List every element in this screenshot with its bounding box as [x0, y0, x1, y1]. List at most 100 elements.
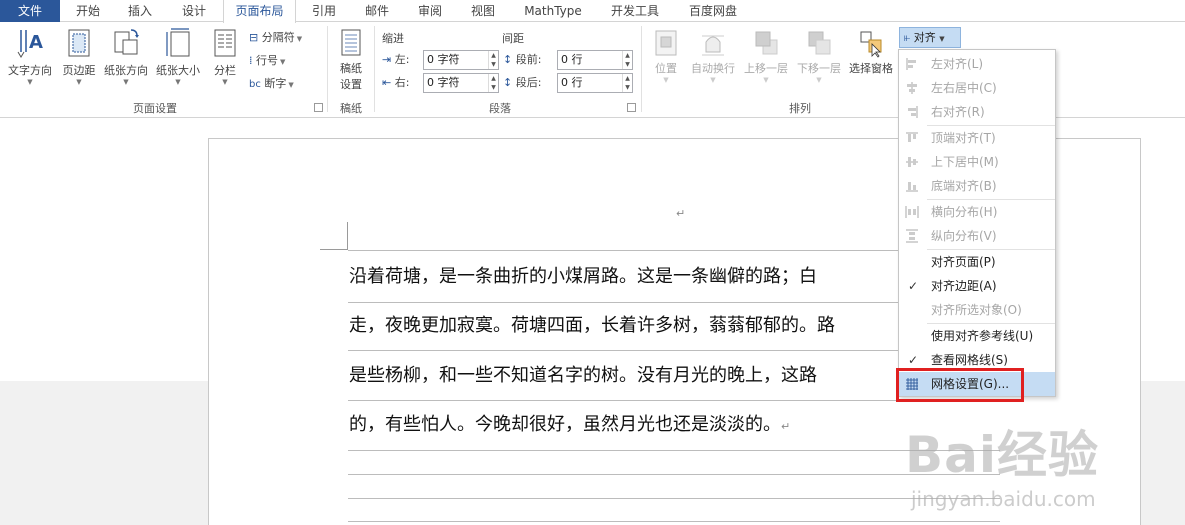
baidu-jingyan-watermark: Bai经验 jingyan.baidu.com: [905, 415, 1180, 520]
tab-file[interactable]: 文件: [0, 0, 60, 22]
spacing-after-input[interactable]: 0 行 ▲ ▼: [557, 73, 633, 93]
line-numbers-label: 行号: [256, 54, 278, 67]
tab-design[interactable]: 设计: [168, 0, 220, 22]
line-numbers-button[interactable]: ⁞ 行号 ▼: [249, 52, 285, 70]
spinner-arrows-icon[interactable]: ▲ ▼: [622, 74, 632, 92]
spacing-before-icon: ↕: [503, 53, 513, 66]
arrange-group-label: 排列: [789, 102, 811, 115]
menu-item-align-selected-objects[interactable]: 对齐所选对象(O): [899, 298, 1055, 322]
chevron-down-icon: ▼: [76, 78, 82, 86]
indent-left-text: 左:: [394, 53, 410, 66]
menu-item-distribute-horizontal[interactable]: 横向分布(H): [899, 200, 1055, 224]
menu-item-label: 使用对齐参考线(U): [931, 329, 1034, 343]
menu-item-distribute-vertical[interactable]: 纵向分布(V): [899, 224, 1055, 248]
menu-item-use-alignment-guides[interactable]: 使用对齐参考线(U): [899, 324, 1055, 348]
tab-insert[interactable]: 插入: [116, 0, 164, 22]
tab-mathtype[interactable]: MathType: [514, 0, 592, 22]
align-top-icon: [906, 132, 918, 142]
bring-forward-button[interactable]: 上移一层 ▼: [741, 28, 791, 84]
tab-page-layout[interactable]: 页面布局: [223, 0, 296, 23]
menu-item-label: 对齐所选对象(O): [931, 303, 1022, 317]
spacing-before-value: 0 行: [561, 53, 583, 66]
send-backward-icon: [808, 31, 831, 55]
menu-item-label: 底端对齐(B): [931, 179, 997, 193]
paper-size-button[interactable]: 纸张大小 ▼: [152, 26, 204, 86]
indent-title: 缩进: [382, 32, 404, 45]
tab-home[interactable]: 开始: [64, 0, 112, 22]
spinner-arrows-icon[interactable]: ▲ ▼: [488, 51, 498, 69]
document-text-line[interactable]: 沿着荷塘，是一条曲折的小煤屑路。这是一条幽僻的路；白: [349, 265, 817, 289]
tab-review[interactable]: 审阅: [406, 0, 454, 22]
selection-pane-button[interactable]: 选择窗格: [846, 28, 896, 76]
spacing-title: 间距: [502, 32, 524, 45]
align-button[interactable]: ⫦ 对齐 ▼: [899, 27, 961, 48]
document-text-line[interactable]: 走，夜晚更加寂寞。荷塘四面，长着许多树，蓊蓊郁郁的。路: [349, 314, 835, 338]
position-label: 位置: [655, 62, 677, 75]
watermark-brand: Bai经验: [905, 426, 1099, 484]
spacing-before-label: ↕ 段前:: [503, 50, 541, 70]
send-backward-label: 下移一层: [797, 62, 841, 75]
text-direction-label: 文字方向: [8, 64, 52, 77]
group-separator: [374, 26, 375, 112]
indent-right-text: 右:: [394, 76, 410, 89]
manuscript-settings-button[interactable]: 稿纸 设置: [333, 28, 369, 92]
align-center-icon: [907, 82, 917, 94]
menu-item-align-to-margin[interactable]: ✓ 对齐边距(A): [899, 274, 1055, 298]
callout-highlight-box: [896, 368, 1024, 402]
page-setup-group-label: 页面设置: [133, 102, 177, 115]
chevron-down-icon: ▼: [710, 76, 716, 84]
orientation-button[interactable]: 纸张方向 ▼: [100, 26, 152, 86]
menu-item-align-to-page[interactable]: 对齐页面(P): [899, 250, 1055, 274]
text-direction-button[interactable]: A 文字方向 ▼: [4, 26, 56, 86]
wrap-text-button[interactable]: 自动换行 ▼: [688, 28, 738, 84]
menu-item-align-center[interactable]: 左右居中(C): [899, 76, 1055, 100]
chevron-down-icon: ▼: [663, 76, 669, 84]
menu-item-align-left[interactable]: 左对齐(L): [899, 52, 1055, 76]
breaks-button[interactable]: ⊟ 分隔符 ▼: [249, 29, 302, 47]
position-button[interactable]: 位置 ▼: [648, 28, 684, 84]
spinner-arrows-icon[interactable]: ▲ ▼: [488, 74, 498, 92]
align-right-icon: [908, 106, 918, 118]
menu-item-label: 右对齐(R): [931, 105, 985, 119]
menu-item-label: 顶端对齐(T): [931, 131, 996, 145]
menu-item-align-middle[interactable]: 上下居中(M): [899, 150, 1055, 174]
indent-right-icon: ⇤: [382, 76, 392, 89]
selection-pane-label: 选择窗格: [849, 62, 893, 75]
columns-icon: [214, 29, 236, 57]
selection-pane-icon: [860, 31, 882, 58]
tab-baidu-netdisk[interactable]: 百度网盘: [678, 0, 748, 22]
manuscript-label-2: 设置: [340, 78, 362, 91]
wrap-text-icon: [702, 35, 724, 56]
line-numbers-icon: ⁞: [249, 54, 253, 67]
ribbon-tab-bar: 文件 开始 插入 设计 页面布局 引用 邮件 审阅 视图 MathType 开发…: [0, 0, 1185, 23]
menu-item-align-bottom[interactable]: 底端对齐(B): [899, 174, 1055, 198]
spacing-before-input[interactable]: 0 行 ▲ ▼: [557, 50, 633, 70]
hyphenation-button[interactable]: bc 断字 ▼: [249, 75, 294, 93]
tab-view[interactable]: 视图: [458, 0, 508, 22]
align-label: 对齐: [913, 31, 936, 44]
menu-item-align-right[interactable]: 右对齐(R): [899, 100, 1055, 124]
crop-mark: [347, 222, 348, 250]
margins-button[interactable]: 页边距 ▼: [58, 26, 100, 86]
gridline: [348, 498, 1000, 499]
page-setup-launcher-icon[interactable]: [314, 103, 323, 112]
indent-right-input[interactable]: 0 字符 ▲ ▼: [423, 73, 499, 93]
send-backward-button[interactable]: 下移一层 ▼: [794, 28, 844, 84]
menu-item-label: 对齐页面(P): [931, 255, 996, 269]
document-text-line[interactable]: 是些杨柳，和一些不知道名字的树。没有月光的晚上，这路: [349, 364, 817, 388]
paragraph-launcher-icon[interactable]: [627, 103, 636, 112]
menu-item-align-top[interactable]: 顶端对齐(T): [899, 126, 1055, 150]
indent-left-label: ⇥ 左:: [382, 50, 409, 70]
indent-left-input[interactable]: 0 字符 ▲ ▼: [423, 50, 499, 70]
columns-button[interactable]: 分栏 ▼: [206, 26, 244, 86]
tab-mailings[interactable]: 邮件: [352, 0, 402, 22]
tab-references[interactable]: 引用: [300, 0, 348, 22]
orientation-icon: [114, 29, 139, 55]
spacing-after-text: 段后:: [515, 76, 542, 89]
tab-developer[interactable]: 开发工具: [598, 0, 672, 22]
spinner-arrows-icon[interactable]: ▲ ▼: [622, 51, 632, 69]
align-dropdown-menu: 左对齐(L) 左右居中(C) 右对齐(R) 顶端对齐(T) 上下居中(M) 底端…: [898, 49, 1056, 397]
distribute-horizontal-icon: [905, 206, 919, 218]
document-text-line-last[interactable]: 的，有些怕人。今晚却很好，虽然月光也还是淡淡的。↵: [349, 413, 790, 439]
manuscript-label-1: 稿纸: [340, 62, 362, 75]
